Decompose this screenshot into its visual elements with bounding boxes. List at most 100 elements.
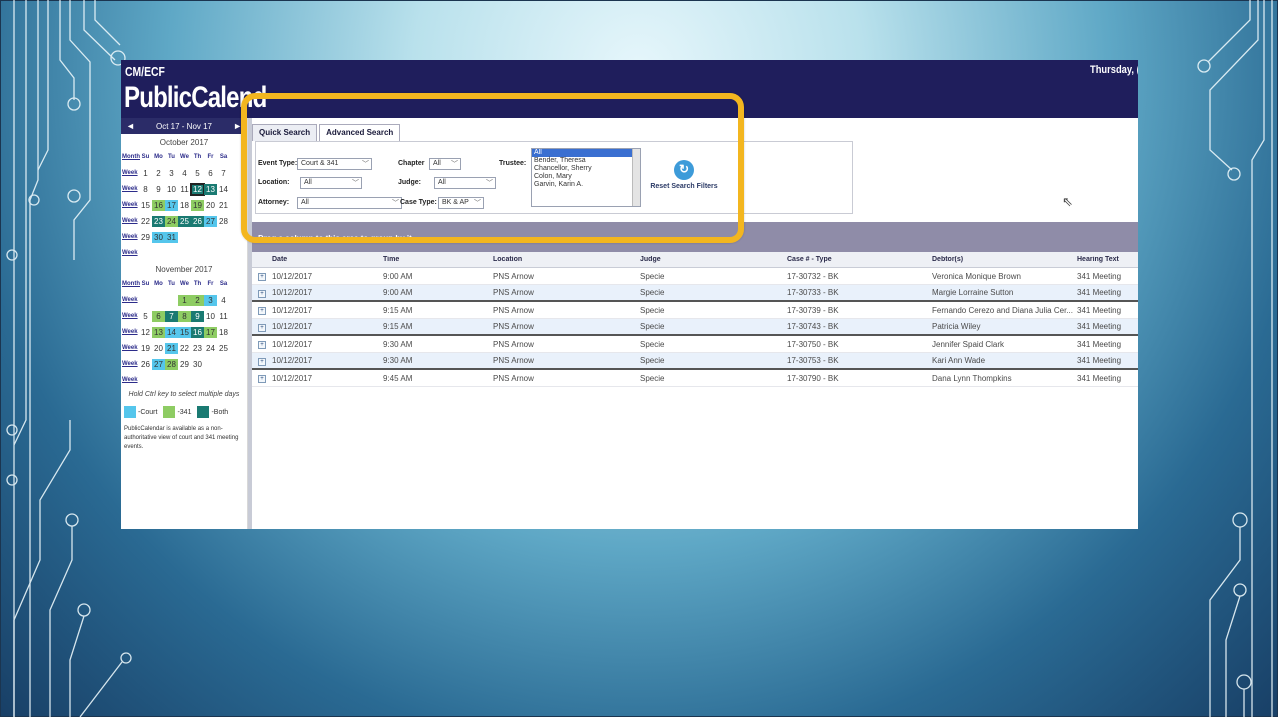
calendar-day[interactable]: 28 <box>217 216 230 227</box>
calendar-day[interactable]: 30 <box>152 231 165 243</box>
calendar-day[interactable]: 14 <box>165 326 178 338</box>
calendar-day[interactable]: 6 <box>152 310 165 322</box>
week-select-link[interactable]: Week <box>121 234 139 240</box>
calendar-day[interactable]: 3 <box>204 294 217 306</box>
calendar-day[interactable]: 29 <box>139 232 152 243</box>
column-header-debtors[interactable]: Debtor(s) <box>930 256 1075 263</box>
calendar-day[interactable]: 20 <box>204 200 217 211</box>
calendar-day[interactable]: 19 <box>139 343 152 354</box>
calendar-day[interactable]: 26 <box>139 359 152 370</box>
week-select-link[interactable]: Week <box>121 361 139 367</box>
week-row: Week 22 23 24 25 26 27 28 <box>121 213 248 229</box>
calendar-day[interactable]: 2 <box>152 168 165 179</box>
week-select-link[interactable]: Week <box>121 250 139 256</box>
calendar-day[interactable]: 26 <box>191 215 204 227</box>
calendar-day[interactable]: 20 <box>152 343 165 354</box>
calendar-day[interactable]: 7 <box>165 310 178 322</box>
calendar-day[interactable]: 1 <box>178 294 191 306</box>
week-select-link[interactable]: Week <box>121 170 139 176</box>
column-header-judge[interactable]: Judge <box>638 256 785 263</box>
calendar-day[interactable]: 16 <box>191 326 204 338</box>
calendar-day[interactable]: 10 <box>165 184 178 195</box>
calendar-day[interactable]: 4 <box>217 295 230 306</box>
week-select-link[interactable]: Week <box>121 297 139 303</box>
calendar-day[interactable]: 15 <box>139 200 152 211</box>
calendar-day[interactable]: 18 <box>217 327 230 338</box>
calendar-day[interactable]: 8 <box>178 310 191 322</box>
table-row[interactable]: +10/12/2017 9:30 AM PNS Arnow Specie 17-3075… <box>252 353 1138 370</box>
month-select-link[interactable]: Month <box>121 154 140 160</box>
calendar-day[interactable]: 13 <box>152 326 165 338</box>
column-header-hearing-text[interactable]: Hearing Text <box>1075 256 1138 263</box>
calendar-day[interactable]: 31 <box>165 231 178 243</box>
week-select-link[interactable]: Week <box>121 377 139 383</box>
week-select-link[interactable]: Week <box>121 329 139 335</box>
expand-icon[interactable]: + <box>258 323 266 332</box>
calendar-day[interactable]: 25 <box>217 343 230 354</box>
calendar-day[interactable]: 24 <box>204 343 217 354</box>
calendar-day[interactable]: 27 <box>152 358 165 370</box>
calendar-day[interactable]: 3 <box>165 168 178 179</box>
calendar-day[interactable]: 29 <box>178 359 191 370</box>
expand-icon[interactable]: + <box>258 273 266 281</box>
expand-icon[interactable]: + <box>258 341 266 349</box>
expand-icon[interactable]: + <box>258 307 266 315</box>
column-header-location[interactable]: Location <box>491 256 638 263</box>
table-row[interactable]: +10/12/2017 9:15 AM PNS Arnow Specie 17-3074… <box>252 319 1138 336</box>
week-select-link[interactable]: Week <box>121 313 139 319</box>
expand-icon[interactable]: + <box>258 375 266 383</box>
calendar-day[interactable]: 17 <box>204 326 217 338</box>
calendar-day[interactable]: 8 <box>139 184 152 195</box>
cell-debtors: Margie Lorraine Sutton <box>932 288 1014 297</box>
week-select-link[interactable]: Week <box>121 202 139 208</box>
calendar-day[interactable]: 22 <box>178 343 191 354</box>
expand-icon[interactable]: + <box>258 357 266 366</box>
calendar-day[interactable]: 14 <box>217 184 230 195</box>
table-row[interactable]: +10/12/2017 9:15 AM PNS Arnow Specie 17-3073… <box>252 302 1138 319</box>
calendar-day[interactable]: 9 <box>152 184 165 195</box>
calendar-day[interactable]: 22 <box>139 216 152 227</box>
calendar-day[interactable]: 18 <box>178 200 191 211</box>
calendar-day[interactable]: 5 <box>191 168 204 179</box>
calendar-day[interactable]: 16 <box>152 199 165 211</box>
calendar-day[interactable]: 11 <box>217 311 230 322</box>
week-select-link[interactable]: Week <box>121 186 139 192</box>
prev-range-button[interactable]: ◄ <box>126 121 135 131</box>
calendar-day[interactable]: 27 <box>204 215 217 227</box>
calendar-day[interactable]: 10 <box>204 311 217 322</box>
calendar-day[interactable]: 4 <box>178 168 191 179</box>
calendar-day[interactable]: 24 <box>165 215 178 227</box>
calendar-day[interactable]: 19 <box>191 199 204 211</box>
table-row[interactable]: +10/12/2017 9:00 AM PNS Arnow Specie 17-3073… <box>252 268 1138 285</box>
expand-icon[interactable]: + <box>258 289 266 298</box>
calendar-day[interactable]: 12 <box>139 327 152 338</box>
calendar-day[interactable]: 21 <box>165 342 178 354</box>
column-header-time[interactable]: Time <box>381 256 491 263</box>
month-title: October 2017 <box>159 138 209 147</box>
calendar-day[interactable]: 11 <box>178 184 191 195</box>
calendar-day[interactable]: 1 <box>139 168 152 179</box>
week-select-link[interactable]: Week <box>121 218 139 224</box>
table-row[interactable]: +10/12/2017 9:00 AM PNS Arnow Specie 17-3073… <box>252 285 1138 302</box>
column-header-date[interactable]: Date <box>270 256 381 263</box>
calendar-day[interactable]: 9 <box>191 310 204 322</box>
calendar-day[interactable]: 25 <box>178 215 191 227</box>
month-select-link[interactable]: Month <box>121 281 140 287</box>
calendar-day[interactable]: 13 <box>204 183 217 195</box>
calendar-day[interactable]: 15 <box>178 326 191 338</box>
calendar-day[interactable]: 21 <box>217 200 230 211</box>
calendar-day[interactable]: 7 <box>217 168 230 179</box>
calendar-day[interactable]: 12 <box>190 182 205 196</box>
calendar-day[interactable]: 2 <box>191 294 204 306</box>
calendar-day[interactable]: 17 <box>165 199 178 211</box>
calendar-day[interactable]: 28 <box>165 358 178 370</box>
table-row[interactable]: +10/12/2017 9:45 AM PNS Arnow Specie 17-3079… <box>252 370 1138 387</box>
calendar-day[interactable]: 23 <box>191 343 204 354</box>
calendar-day[interactable]: 6 <box>204 168 217 179</box>
column-header-case[interactable]: Case # - Type <box>785 256 930 263</box>
calendar-day[interactable]: 5 <box>139 311 152 322</box>
calendar-day[interactable]: 23 <box>152 215 165 227</box>
table-row[interactable]: +10/12/2017 9:30 AM PNS Arnow Specie 17-3075… <box>252 336 1138 353</box>
calendar-day[interactable]: 30 <box>191 359 204 370</box>
week-select-link[interactable]: Week <box>121 345 139 351</box>
